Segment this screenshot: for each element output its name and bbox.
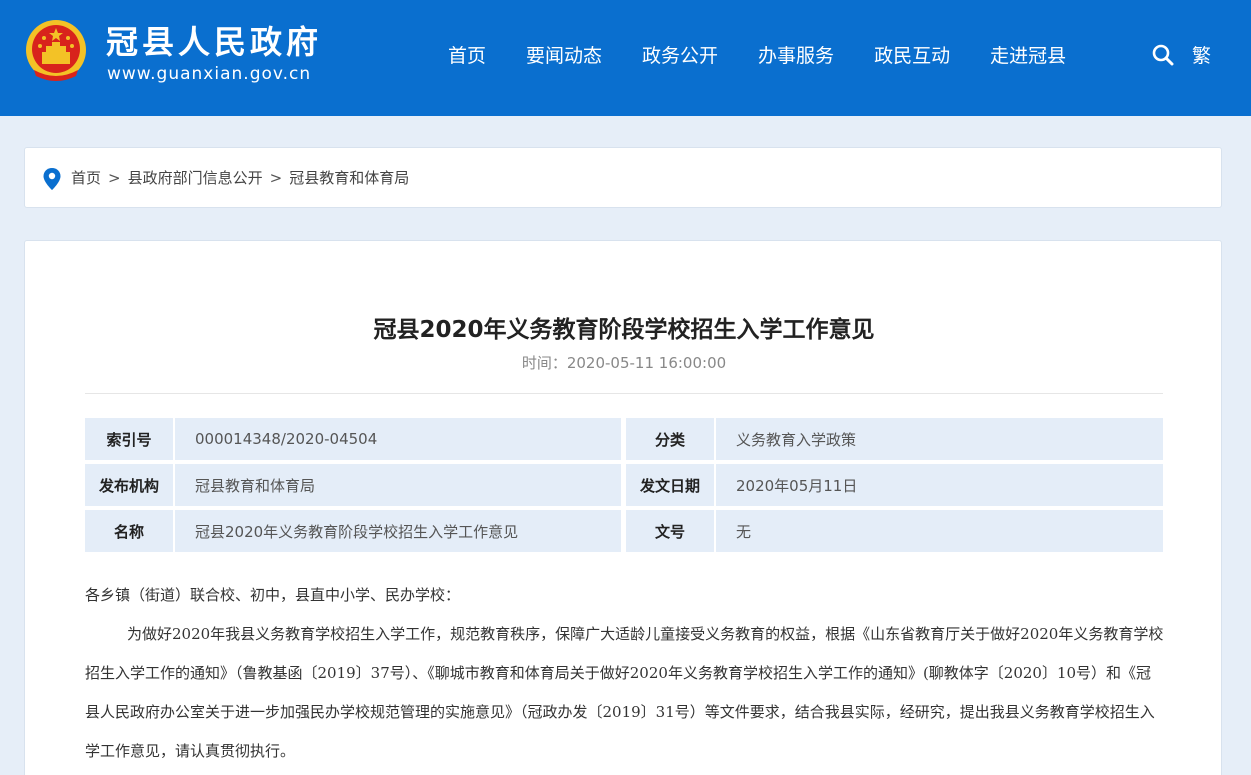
search-icon[interactable]	[1152, 44, 1174, 66]
divider	[85, 393, 1163, 394]
nav-item-interaction[interactable]: 政民互动	[874, 42, 950, 70]
publish-time-value: 2020-05-11 16:00:00	[566, 354, 727, 372]
site-url: www.guanxian.gov.cn	[107, 64, 312, 84]
site-header: 冠县人民政府 www.guanxian.gov.cn 首页 要闻动态 政务公开 …	[0, 0, 1251, 116]
category-value: 义务教育入学政策	[716, 418, 1163, 460]
doc-number-label: 文号	[626, 510, 714, 552]
nav-item-services[interactable]: 办事服务	[758, 42, 834, 70]
breadcrumb-education-bureau[interactable]: 冠县教育和体育局	[289, 169, 409, 187]
breadcrumb-dept-info[interactable]: 县政府部门信息公开	[128, 169, 263, 187]
breadcrumb-separator: >	[108, 169, 121, 187]
breadcrumb-trail: 首页 > 县政府部门信息公开 > 冠县教育和体育局	[71, 168, 409, 188]
nav-item-about[interactable]: 走进冠县	[990, 42, 1066, 70]
document-info-table: 索引号 000014348/2020-04504 分类 义务教育入学政策 发布机…	[85, 414, 1163, 556]
publish-time-label: 时间：	[521, 354, 567, 372]
publisher-label: 发布机构	[85, 464, 173, 506]
article-paragraph: 为做好2020年我县义务教育学校招生入学工作，规范教育秩序，保障广大适龄儿童接受…	[85, 625, 1164, 760]
article-salutation: 各乡镇（街道）联合校、初中，县直中小学、民办学校：	[85, 586, 461, 604]
doc-number-value: 无	[716, 510, 1163, 552]
index-label: 索引号	[85, 418, 173, 460]
site-title[interactable]: 冠县人民政府	[106, 24, 322, 60]
nav-item-home[interactable]: 首页	[448, 42, 486, 70]
main-nav: 首页 要闻动态 政务公开 办事服务 政民互动 走进冠县	[448, 42, 1106, 70]
table-row: 名称 冠县2020年义务教育阶段学校招生入学工作意见 文号 无	[85, 510, 1163, 552]
category-label: 分类	[626, 418, 714, 460]
breadcrumb-home[interactable]: 首页	[71, 169, 101, 187]
issue-date-value: 2020年05月11日	[716, 464, 1163, 506]
nav-item-gov-affairs[interactable]: 政务公开	[642, 42, 718, 70]
issue-date-label: 发文日期	[626, 464, 714, 506]
table-row: 发布机构 冠县教育和体育局 发文日期 2020年05月11日	[85, 464, 1163, 506]
nav-item-news[interactable]: 要闻动态	[526, 42, 602, 70]
table-row: 索引号 000014348/2020-04504 分类 义务教育入学政策	[85, 418, 1163, 460]
article-body: 各乡镇（街道）联合校、初中，县直中小学、民办学校： 为做好2020年我县义务教育…	[85, 576, 1165, 771]
index-value: 000014348/2020-04504	[175, 418, 621, 460]
publisher-value: 冠县教育和体育局	[175, 464, 621, 506]
name-label: 名称	[85, 510, 173, 552]
traditional-chinese-toggle[interactable]: 繁	[1192, 42, 1211, 70]
national-emblem-icon[interactable]	[24, 18, 88, 86]
breadcrumb-separator: >	[269, 169, 283, 187]
article-title: 冠县2020年义务教育阶段学校招生入学工作意见	[373, 317, 875, 343]
article-panel: 冠县2020年义务教育阶段学校招生入学工作意见 时间：2020-05-11 16…	[24, 240, 1222, 775]
location-pin-icon	[43, 168, 61, 190]
name-value: 冠县2020年义务教育阶段学校招生入学工作意见	[175, 510, 621, 552]
breadcrumb: 首页 > 县政府部门信息公开 > 冠县教育和体育局	[24, 147, 1222, 208]
article-meta: 时间：2020-05-11 16:00:00	[25, 353, 1223, 373]
